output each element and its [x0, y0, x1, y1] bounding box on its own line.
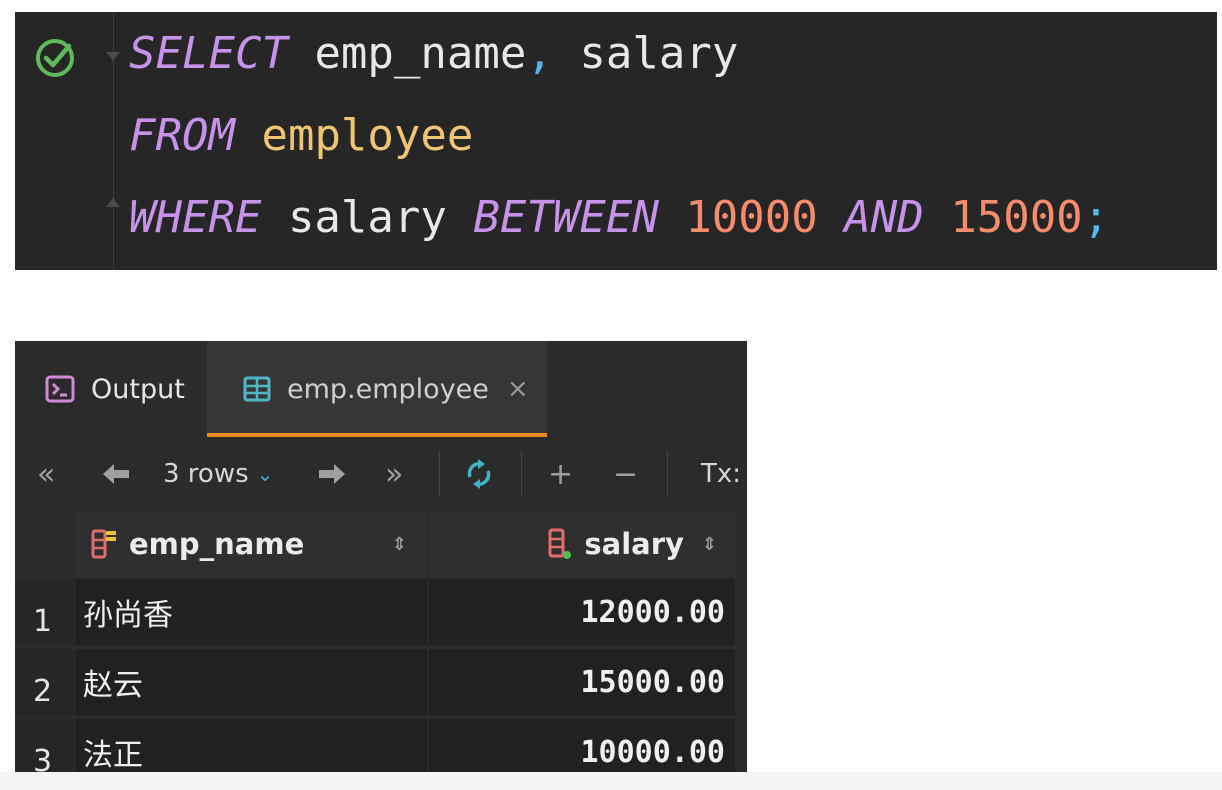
code-token: BETWEEN [473, 192, 659, 243]
column-header-emp-name[interactable]: emp_name ⇕ [75, 511, 427, 577]
cell-emp-name[interactable]: 赵云 [75, 649, 427, 715]
column-header-label: salary [584, 527, 684, 561]
tab-employee-label: emp.employee [287, 373, 489, 405]
sort-icon[interactable]: ⇕ [392, 534, 407, 555]
code-token: SELECT [129, 28, 288, 79]
fold-marker-icon[interactable] [106, 198, 120, 207]
sort-icon[interactable]: ⇕ [702, 534, 717, 555]
last-page-button[interactable]: » [385, 439, 403, 509]
code-line-3[interactable]: WHERE salary BETWEEN 10000 AND 15000; [129, 188, 1109, 248]
prev-page-button[interactable] [101, 439, 131, 509]
row-index: 2 [15, 649, 73, 715]
code-line-1[interactable]: SELECT emp_name, salary [129, 24, 738, 84]
tx-mode-label[interactable]: Tx: [701, 439, 741, 509]
fold-marker-icon[interactable] [106, 52, 120, 61]
check-circle-icon[interactable] [33, 34, 81, 82]
delete-row-button[interactable]: − [613, 439, 638, 509]
gutter-line [113, 12, 114, 270]
row-index: 3 [15, 719, 73, 773]
tab-employee[interactable]: emp.employee × [207, 341, 547, 437]
row-index-header [15, 511, 73, 577]
toolbar-separator [667, 451, 668, 497]
result-tabs: Output emp.employee × [15, 341, 747, 437]
refresh-button[interactable] [464, 439, 494, 509]
column-header-label: emp_name [129, 527, 305, 561]
arrow-right-icon [319, 464, 345, 484]
code-token: WHERE [129, 192, 262, 243]
column-header-salary[interactable]: salary ⇕ [429, 511, 735, 577]
chevron-down-icon: ⌄ [256, 462, 274, 486]
result-panel: Output emp.employee × « 3 rows ⌄ » + − T… [15, 341, 747, 773]
cell-emp-name[interactable]: 法正 [75, 719, 427, 773]
terminal-icon [45, 375, 75, 403]
code-token: 10000 [658, 192, 845, 243]
code-token: FROM [129, 110, 235, 161]
cell-salary[interactable]: 12000.00 [429, 579, 735, 645]
code-token: emp_name [287, 28, 527, 79]
table-row[interactable]: 2 赵云 15000.00 [15, 649, 735, 717]
tab-output[interactable]: Output [15, 341, 207, 437]
rows-count: 3 rows [163, 459, 249, 489]
close-icon[interactable]: × [507, 374, 529, 404]
code-token: ; [1082, 192, 1110, 243]
top-strip [0, 0, 1222, 12]
toolbar-separator [521, 451, 522, 497]
tab-output-label: Output [91, 373, 185, 405]
cell-emp-name[interactable]: 孙尚香 [75, 579, 427, 645]
grid-header-row: emp_name ⇕ salary ⇕ [15, 511, 735, 579]
first-page-button[interactable]: « [37, 439, 55, 509]
refresh-icon [467, 459, 491, 489]
code-token: salary [552, 28, 739, 79]
toolbar-separator [439, 451, 440, 497]
result-toolbar: « 3 rows ⌄ » + − Tx: [15, 439, 747, 509]
arrow-left-icon [103, 464, 129, 484]
code-token: AND [844, 192, 924, 243]
rows-dropdown[interactable]: 3 rows ⌄ [163, 439, 273, 509]
code-token: salary [261, 192, 474, 243]
code-token: 15000 [923, 192, 1083, 243]
cell-salary[interactable]: 15000.00 [429, 649, 735, 715]
table-row[interactable]: 1 孙尚香 12000.00 [15, 579, 735, 647]
sql-editor[interactable]: SELECT emp_name, salary FROM employee WH… [15, 12, 1217, 270]
row-index: 1 [15, 579, 73, 645]
page-bottom-strip [0, 772, 1222, 790]
add-row-button[interactable]: + [548, 439, 573, 509]
cell-salary[interactable]: 10000.00 [429, 719, 735, 773]
table-icon [243, 376, 271, 402]
code-token: employee [234, 110, 474, 161]
numeric-column-icon [548, 528, 572, 559]
active-tab-indicator [207, 433, 547, 437]
next-page-button[interactable] [317, 439, 347, 509]
code-line-2[interactable]: FROM employee [129, 106, 473, 166]
text-column-icon [91, 529, 116, 559]
table-row[interactable]: 3 法正 10000.00 [15, 719, 735, 773]
code-token: , [526, 28, 553, 79]
